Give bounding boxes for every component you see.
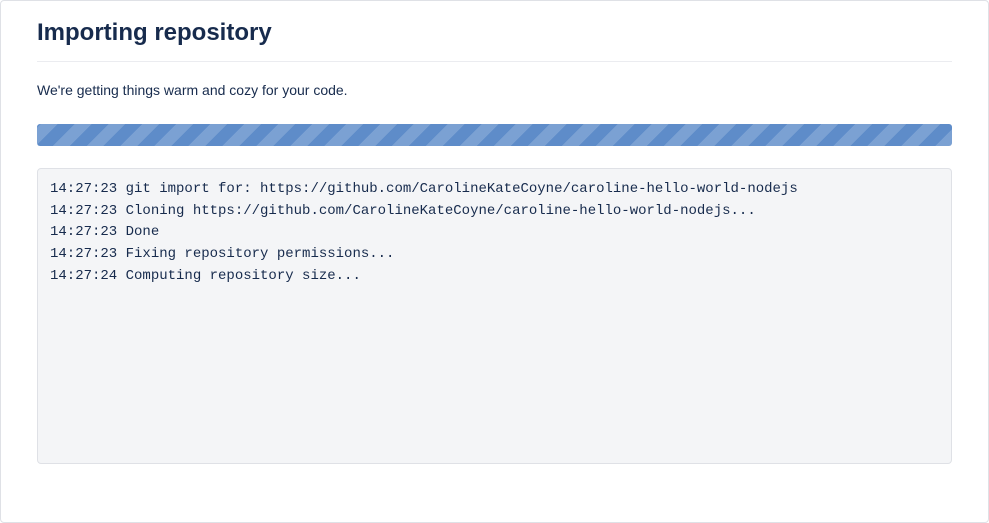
page-subtitle: We're getting things warm and cozy for y… [37, 82, 952, 98]
import-card: Importing repository We're getting thing… [0, 0, 989, 523]
log-output[interactable]: 14:27:23 git import for: https://github.… [37, 168, 952, 464]
page-title: Importing repository [37, 19, 952, 62]
progress-bar [37, 124, 952, 146]
